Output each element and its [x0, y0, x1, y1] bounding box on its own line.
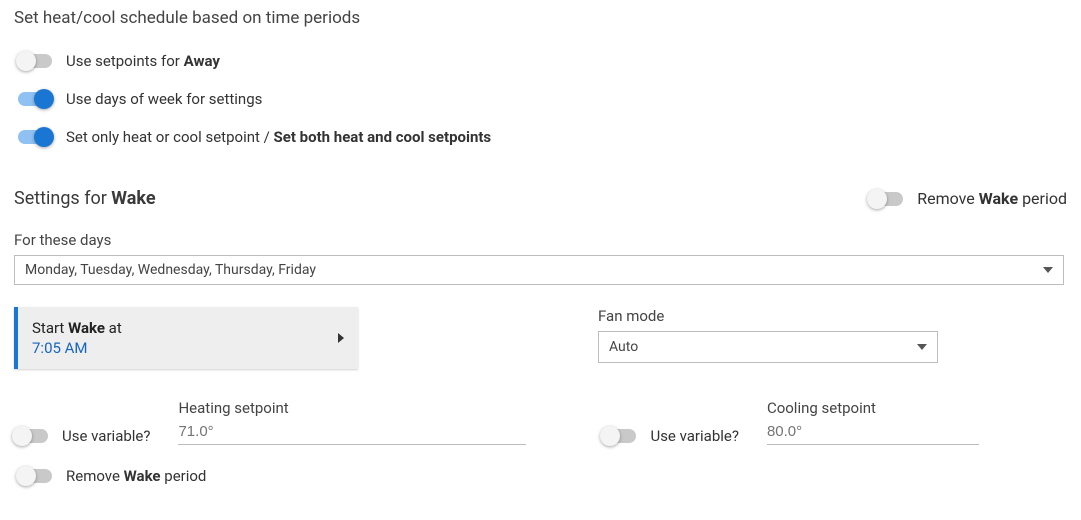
section-header-row: Settings for Wake Remove Wake period [14, 188, 1067, 209]
heating-use-variable-block: Use variable? [14, 427, 150, 445]
section-title: Settings for Wake [14, 188, 156, 209]
toggle-label-away-bold: Away [184, 52, 220, 70]
days-select-value: Monday, Tuesday, Wednesday, Thursday, Fr… [25, 262, 316, 278]
toggle-remove-wake-top[interactable] [869, 192, 903, 206]
section-title-prefix: Settings for [14, 188, 111, 209]
days-label: For these days [14, 231, 1067, 249]
cooling-setpoint-field: Cooling setpoint [767, 399, 979, 445]
toggle-label-both: Set only heat or cool setpoint / Set bot… [66, 128, 491, 146]
card-suffix: at [105, 319, 122, 337]
section-title-bold: Wake [111, 188, 155, 209]
remove-period-top: Remove Wake period [869, 189, 1067, 208]
remove-top-prefix: Remove [917, 189, 978, 208]
cooling-use-variable-block: Use variable? [602, 427, 738, 445]
toggle-label-away-prefix: Use setpoints for [66, 52, 184, 70]
toggle-row-away: Use setpoints for Away [14, 52, 1067, 70]
toggle-use-setpoints-away[interactable] [18, 54, 52, 68]
toggle-cooling-use-variable[interactable] [602, 429, 636, 443]
remove-period-top-label: Remove Wake period [917, 189, 1067, 208]
cooling-setpoint-label: Cooling setpoint [767, 399, 979, 417]
start-wake-card[interactable]: Start Wake at 7:05 AM [14, 307, 358, 369]
heating-use-variable-label: Use variable? [62, 427, 150, 445]
heating-setpoint-input[interactable] [178, 421, 526, 445]
toggle-label-both-bold: Set both heat and cool setpoints [274, 128, 492, 146]
cooling-use-variable-label: Use variable? [650, 427, 738, 445]
page-heading: Set heat/cool schedule based on time per… [14, 8, 1067, 28]
chevron-down-icon [917, 344, 927, 350]
toggle-row-days: Use days of week for settings [14, 90, 1067, 108]
remove-period-bottom-label: Remove Wake period [66, 467, 206, 485]
card-bold: Wake [68, 319, 105, 337]
toggle-heating-use-variable[interactable] [14, 429, 48, 443]
toggle-set-both-setpoints[interactable] [18, 130, 52, 144]
remove-bottom-bold: Wake [124, 467, 161, 485]
chevron-down-icon [1043, 267, 1053, 273]
remove-top-bold: Wake [979, 189, 1018, 208]
toggle-use-days-of-week[interactable] [18, 92, 52, 106]
fan-mode-block: Fan mode Auto [598, 307, 938, 363]
heating-setpoint-label: Heating setpoint [178, 399, 526, 417]
toggle-row-both-setpoints: Set only heat or cool setpoint / Set bot… [14, 128, 1067, 146]
remove-period-bottom: Remove Wake period [14, 467, 1067, 485]
setpoints-row: Use variable? Heating setpoint Use varia… [14, 399, 1067, 445]
card-prefix: Start [32, 319, 68, 337]
remove-top-suffix: period [1018, 189, 1067, 208]
cooling-setpoint-input[interactable] [767, 421, 979, 445]
remove-bottom-prefix: Remove [66, 467, 124, 485]
heating-setpoint-field: Heating setpoint [178, 399, 526, 445]
fan-mode-label: Fan mode [598, 307, 938, 325]
start-wake-text: Start Wake at 7:05 AM [32, 318, 122, 359]
chevron-right-icon [338, 333, 344, 343]
toggle-label-away: Use setpoints for Away [66, 52, 220, 70]
remove-bottom-suffix: period [161, 467, 207, 485]
start-wake-time: 7:05 AM [32, 338, 122, 358]
start-and-fan-row: Start Wake at 7:05 AM Fan mode Auto [14, 307, 1067, 369]
toggle-label-days: Use days of week for settings [66, 90, 262, 108]
fan-mode-value: Auto [609, 339, 638, 355]
toggle-label-both-plain: Set only heat or cool setpoint / [66, 128, 274, 146]
days-select[interactable]: Monday, Tuesday, Wednesday, Thursday, Fr… [14, 255, 1064, 285]
toggle-remove-wake-bottom[interactable] [18, 469, 52, 483]
fan-mode-select[interactable]: Auto [598, 331, 938, 363]
